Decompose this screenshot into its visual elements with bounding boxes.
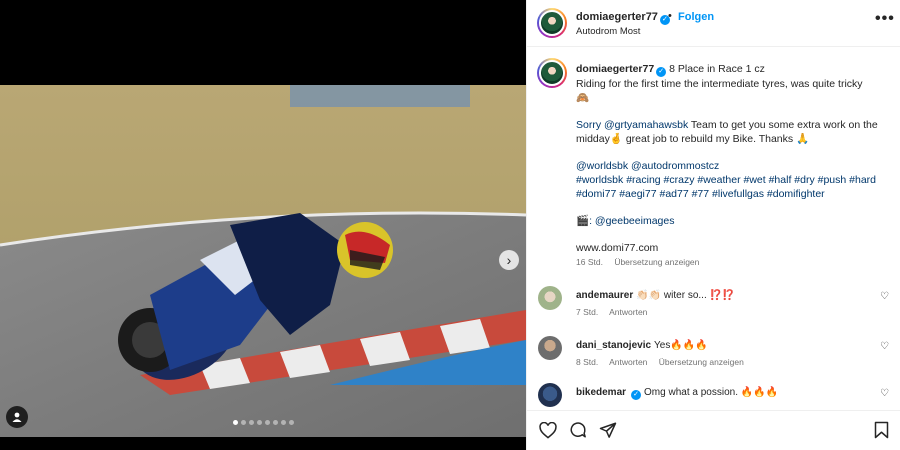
hashtag-links[interactable]: #worldsbk #racing #crazy #weather #wet #…: [576, 173, 886, 187]
post-sidebar: domiaegerter77 ✓ • Folgen Autodrom Most •…: [526, 0, 900, 450]
post-header: domiaegerter77 ✓ • Folgen Autodrom Most •…: [527, 0, 900, 47]
reply-link[interactable]: Antworten: [609, 357, 647, 367]
more-icon: •••: [875, 10, 895, 27]
commenter-username[interactable]: dani_stanojevic: [576, 340, 651, 351]
comment-body: 👏🏻👏🏻 witer so... ⁉️⁉️: [636, 290, 735, 301]
commenter-avatar[interactable]: [538, 336, 562, 360]
translate-link[interactable]: Übersetzung anzeigen: [659, 357, 744, 367]
comment-body: Omg what a possion. 🔥🔥🔥: [644, 387, 779, 398]
slide-dot: [289, 420, 294, 425]
share-button[interactable]: [597, 419, 619, 441]
hashtag-links[interactable]: #domi77 #aegi77 #ad77 #77 #livefullgas #…: [576, 187, 886, 201]
comment-meta: 7 Std. Antworten: [576, 307, 656, 317]
avatar: [539, 60, 565, 86]
commenter-username[interactable]: andemaurer: [576, 290, 633, 301]
mention-links[interactable]: @worldsbk @autodrommostcz: [576, 159, 886, 173]
commenter-avatar[interactable]: [538, 286, 562, 310]
comment-item: andemaurer 👏🏻👏🏻 witer so... ⁉️⁉️ 7 Std. A…: [527, 286, 900, 330]
next-slide-button[interactable]: ›: [499, 250, 519, 270]
translate-link[interactable]: Übersetzung anzeigen: [614, 257, 699, 267]
heart-icon: ♡: [880, 341, 889, 352]
location-link[interactable]: Autodrom Most: [576, 26, 640, 37]
caption-avatar[interactable]: [537, 58, 567, 88]
slide-dot: [233, 420, 238, 425]
clapper-icon: 🎬: [576, 215, 590, 227]
send-icon: [599, 422, 617, 438]
comment-time: 7 Std.: [576, 307, 599, 317]
comment-text: bikedemar ✓ Omg what a possion. 🔥🔥🔥: [576, 387, 866, 400]
heart-icon: ♡: [880, 291, 889, 302]
reply-link[interactable]: Antworten: [609, 307, 647, 317]
author-username[interactable]: domiaegerter77 ✓: [576, 11, 670, 25]
comment-time: 8 Std.: [576, 357, 599, 367]
heart-icon: [539, 421, 557, 439]
verified-icon: ✓: [656, 67, 667, 77]
slide-dot: [273, 420, 278, 425]
slide-indicators: [233, 420, 294, 425]
comment-button[interactable]: [567, 419, 589, 441]
caption-username[interactable]: domiaegerter77: [576, 63, 654, 75]
user-icon: [12, 412, 22, 422]
slide-dot: [281, 420, 286, 425]
post-photo[interactable]: 77: [0, 85, 526, 437]
separator-dot: •: [668, 10, 672, 22]
action-bar: [527, 410, 900, 450]
comment-item: dani_stanojevic Yes🔥🔥🔥 8 Std. Antworten Ü…: [527, 336, 900, 380]
comment-meta: 8 Std. Antworten Übersetzung anzeigen: [576, 357, 753, 367]
post-time: 16 Std.: [576, 257, 603, 267]
comment-body: Yes🔥🔥🔥: [654, 340, 708, 351]
commenter-avatar[interactable]: [538, 383, 562, 407]
like-comment-button[interactable]: ♡: [880, 341, 889, 352]
slide-dot: [257, 420, 262, 425]
tagged-users-button[interactable]: [6, 406, 28, 428]
caption-emoji: 🙈: [576, 92, 590, 104]
chevron-right-icon: ›: [506, 252, 512, 268]
comment-icon: [570, 422, 586, 438]
more-options-button[interactable]: •••: [875, 10, 895, 28]
like-button[interactable]: [537, 419, 559, 441]
caption-meta: 16 Std. Übersetzung anzeigen: [576, 257, 708, 267]
like-comment-button[interactable]: ♡: [880, 388, 889, 399]
post-media: 77 ›: [0, 0, 526, 450]
slide-dot: [241, 420, 246, 425]
post-caption: domiaegerter77 ✓ 8 Place in Race 1 cz Rid…: [576, 62, 886, 255]
like-comment-button[interactable]: ♡: [880, 291, 889, 302]
photo-credit-link[interactable]: : @geebeeimages: [589, 215, 674, 227]
save-button[interactable]: [870, 419, 892, 441]
caption-line: Riding for the first time the intermedia…: [576, 78, 863, 90]
avatar: [539, 10, 565, 36]
follow-button[interactable]: Folgen: [678, 11, 714, 23]
bookmark-icon: [874, 421, 888, 439]
slide-dot: [265, 420, 270, 425]
comment-text: andemaurer 👏🏻👏🏻 witer so... ⁉️⁉️: [576, 290, 866, 301]
heart-icon: ♡: [880, 388, 889, 399]
comment-text: dani_stanojevic Yes🔥🔥🔥: [576, 340, 866, 351]
slide-dot: [249, 420, 254, 425]
commenter-username[interactable]: bikedemar: [576, 387, 626, 398]
race-photo: 77: [0, 85, 526, 437]
verified-icon: ✓: [631, 390, 642, 400]
mention-link[interactable]: Sorry @grtyamahawsbk: [576, 119, 688, 131]
caption-line: 8 Place in Race 1 cz: [669, 63, 765, 75]
post-dialog: 77 ›: [0, 0, 900, 450]
author-avatar[interactable]: [537, 8, 567, 38]
website-text: www.domi77.com: [576, 242, 659, 254]
